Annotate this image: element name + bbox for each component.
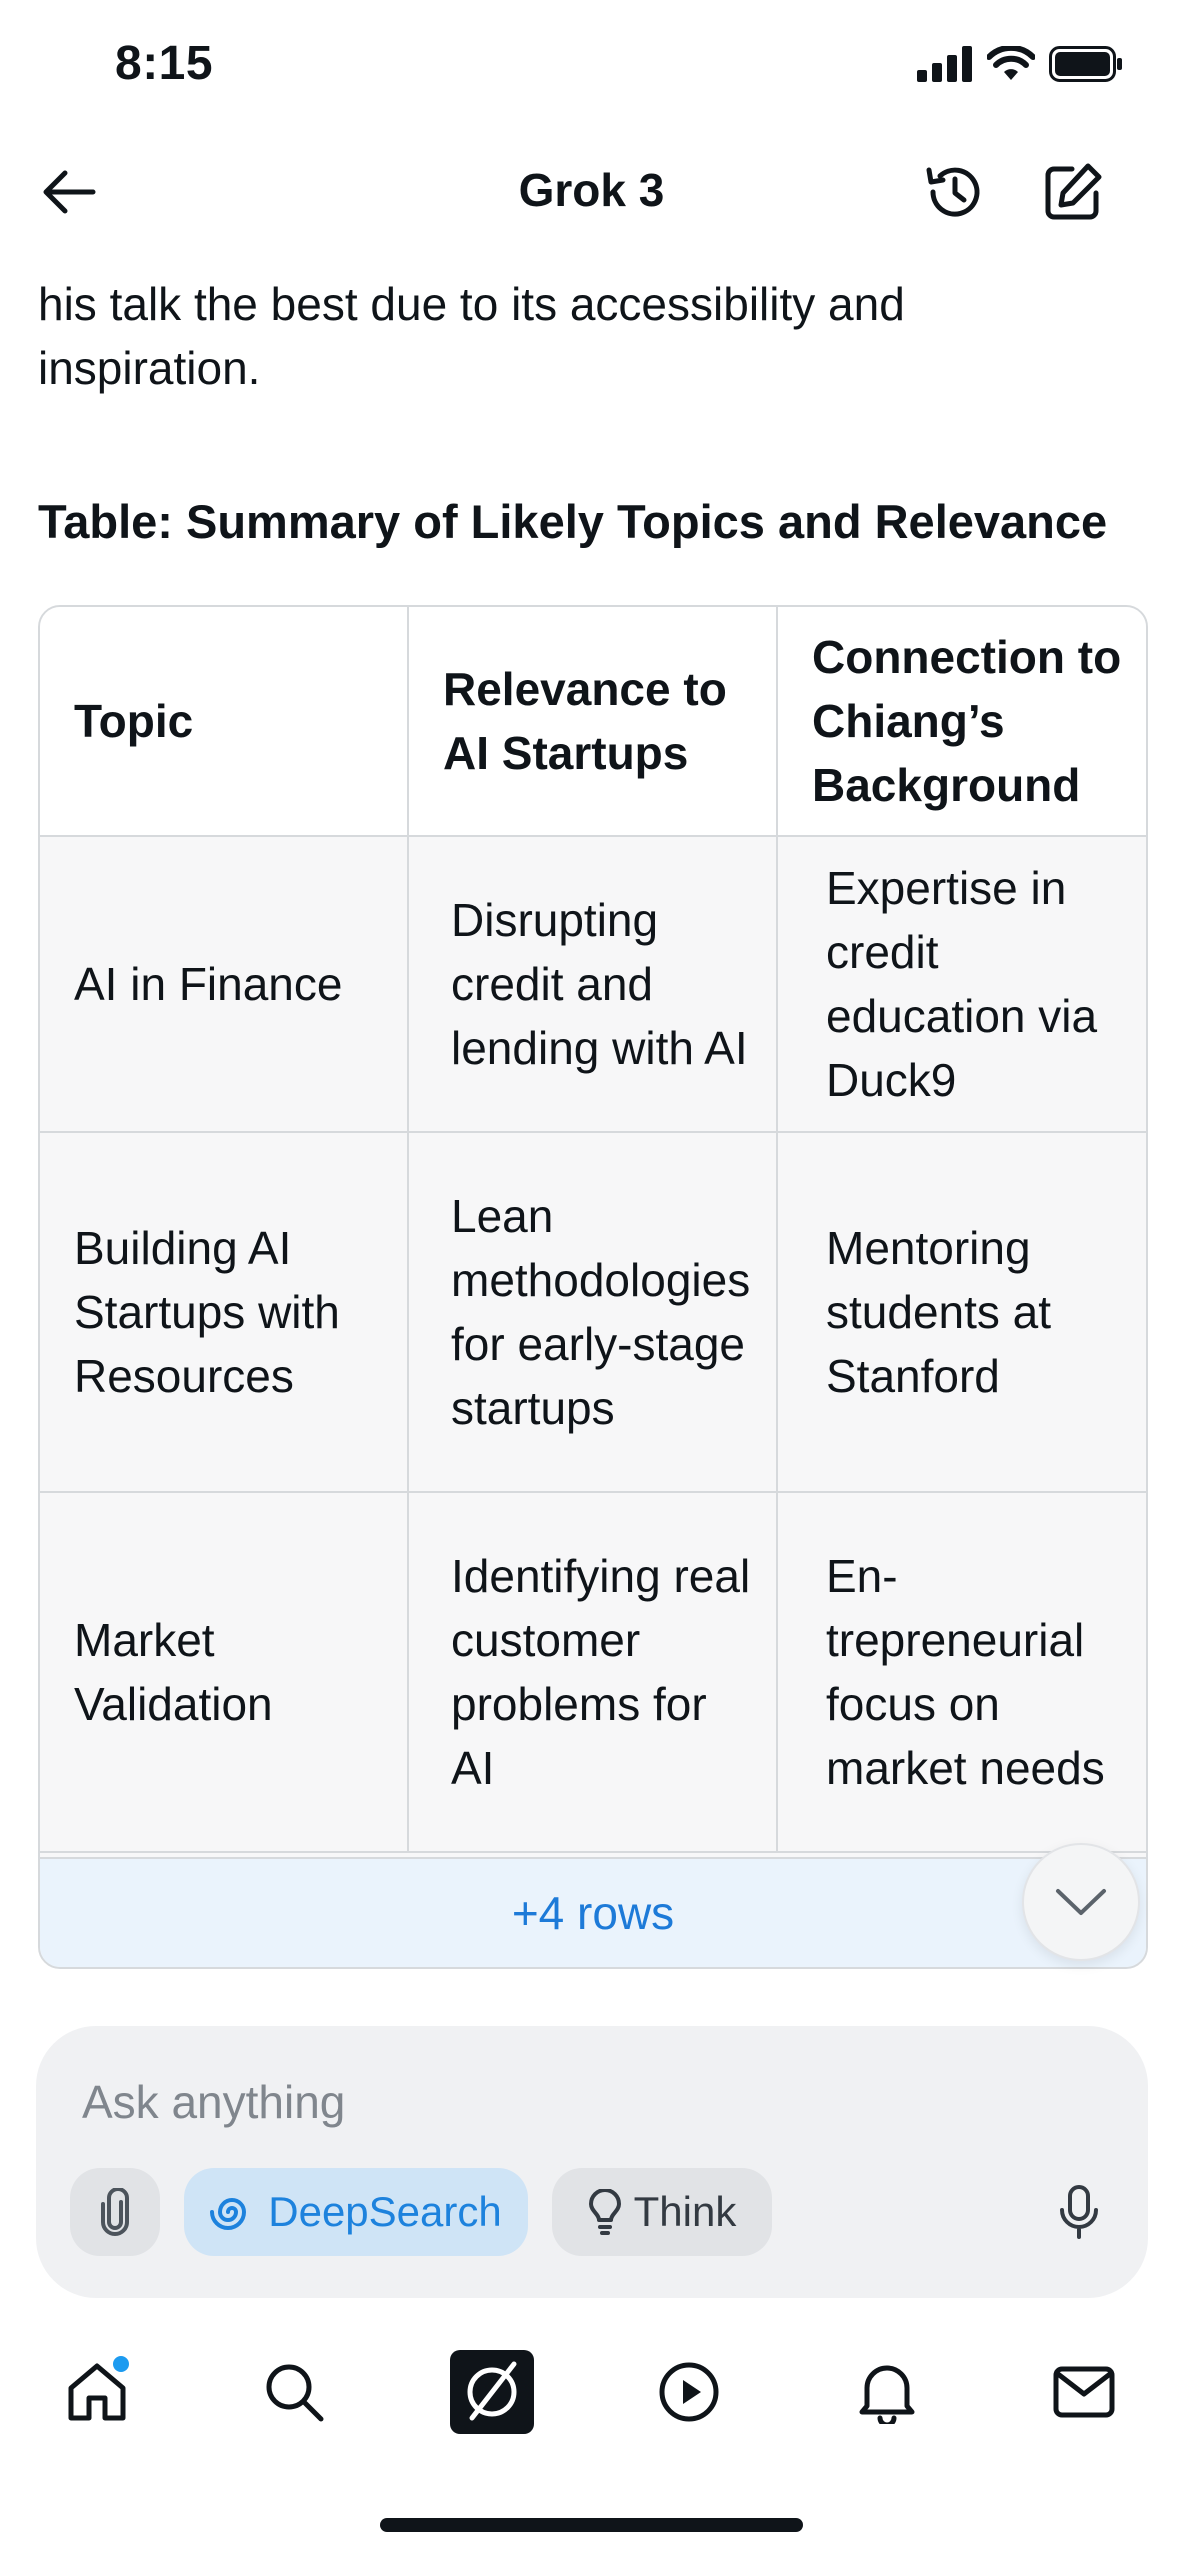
table-title: Table: Summary of Likely Topics and Rele…	[38, 495, 1108, 548]
compose-icon	[1045, 163, 1102, 220]
ask-input[interactable]	[80, 2066, 984, 2138]
header: Grok 3	[0, 135, 1183, 245]
column-header-topic: Topic	[40, 607, 409, 837]
column-header-relevance: Relevance to AI Startups	[408, 607, 778, 837]
table-cell: Disrupting credit and lending with AI	[408, 836, 778, 1133]
table-row: AI in Finance Disrupting credit and lend…	[40, 836, 1146, 1133]
wifi-icon	[987, 46, 1035, 80]
scroll-down-button[interactable]	[1022, 1843, 1140, 1961]
table-cell: Market Validation	[40, 1492, 409, 1853]
table: Topic Relevance to AI Startups Connectio…	[40, 607, 1146, 1853]
nav-video[interactable]	[641, 2344, 737, 2440]
deepsearch-label: DeepSearch	[268, 2188, 502, 2235]
response-text: his talk the best due to its accessibili…	[38, 278, 905, 394]
status-icons	[917, 42, 1123, 86]
lightbulb-icon	[588, 2189, 621, 2235]
history-button[interactable]	[918, 155, 992, 229]
nav-grok[interactable]	[444, 2344, 540, 2440]
deepsearch-button[interactable]: DeepSearch	[184, 2168, 528, 2256]
history-icon	[926, 167, 980, 217]
notification-dot	[113, 2356, 129, 2372]
microphone-icon	[1060, 2185, 1098, 2239]
microphone-button[interactable]	[1034, 2168, 1124, 2256]
summary-table: Topic Relevance to AI Startups Connectio…	[38, 605, 1148, 1969]
paperclip-icon	[101, 2188, 129, 2236]
status-bar: 8:15	[0, 0, 1183, 130]
table-row: Market Validation Identifying real custo…	[40, 1492, 1146, 1853]
deepsearch-swirl-icon	[210, 2198, 247, 2230]
think-button[interactable]: Think	[552, 2168, 772, 2256]
compose-button[interactable]	[1036, 155, 1110, 229]
table-cell: Building AI Startups with Resources	[40, 1132, 409, 1493]
bell-icon	[859, 2365, 915, 2424]
mail-icon	[1053, 2366, 1115, 2418]
table-cell: Mentoring students at Stanford	[777, 1132, 1146, 1493]
composer: DeepSearch Think	[36, 2026, 1148, 2298]
table-cell: Expertise in credit education via Duck9	[777, 836, 1146, 1133]
table-cell: En­trepreneurial focus on market needs	[777, 1492, 1146, 1853]
table-row: Building AI Startups with Resources Lean…	[40, 1132, 1146, 1493]
show-more-rows-button[interactable]: +4 rows	[40, 1857, 1146, 1967]
signal-icon	[917, 46, 972, 82]
page-title: Grok 3	[518, 164, 665, 216]
battery-icon	[1049, 46, 1122, 82]
nav-home[interactable]	[49, 2344, 145, 2440]
table-cell: Identifying real customer problems for A…	[408, 1492, 778, 1853]
think-label: Think	[633, 2188, 737, 2235]
table-cell: Lean methodolo­gies for early-stage star…	[408, 1132, 778, 1493]
table-header-row: Topic Relevance to AI Startups Connectio…	[40, 607, 1146, 837]
column-header-connection: Connection to Chiang’s Background	[777, 607, 1146, 837]
nav-messages[interactable]	[1036, 2344, 1132, 2440]
bottom-nav	[0, 2336, 1183, 2446]
grok-logo-icon	[450, 2350, 534, 2434]
status-time: 8:15	[115, 37, 214, 90]
nav-notifications[interactable]	[839, 2344, 935, 2440]
nav-search[interactable]	[246, 2344, 342, 2440]
play-icon	[659, 2362, 719, 2422]
attach-button[interactable]	[70, 2168, 160, 2256]
home-indicator	[380, 2518, 803, 2532]
table-cell: AI in Finance	[40, 836, 409, 1133]
chevron-down-icon	[1056, 1889, 1106, 1915]
search-icon	[266, 2364, 324, 2422]
